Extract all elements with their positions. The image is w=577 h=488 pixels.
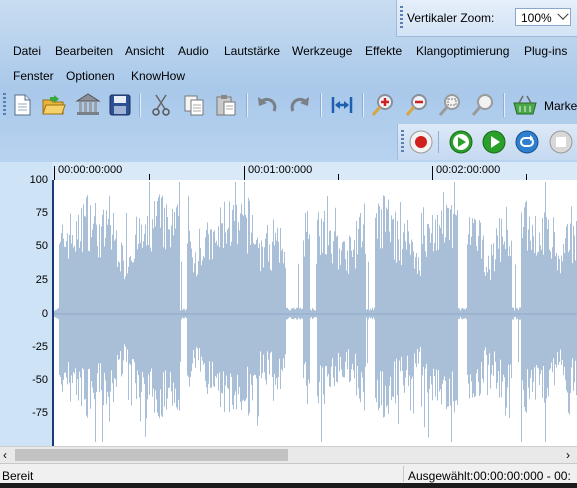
open-folder-icon[interactable]	[40, 91, 68, 119]
menu-bearbeiten[interactable]: Bearbeiten	[55, 44, 113, 58]
chevron-down-icon	[557, 8, 569, 20]
market-label[interactable]: Market	[544, 99, 577, 113]
menu-bar-row-2: Fenster Optionen KnowHow	[0, 65, 577, 87]
undo-icon[interactable]	[253, 91, 281, 119]
record-button[interactable]	[408, 129, 434, 155]
vertical-zoom-label: Vertikaler Zoom:	[407, 11, 495, 25]
cut-icon[interactable]	[147, 91, 175, 119]
record-icon	[409, 130, 433, 154]
paste-icon[interactable]	[212, 91, 240, 119]
library-icon[interactable]	[74, 91, 102, 119]
vertical-zoom-value: 100%	[521, 11, 552, 25]
main-toolbar: Market	[0, 89, 577, 123]
stop-icon	[549, 130, 573, 154]
vertical-zoom-select[interactable]: 100%	[515, 8, 571, 26]
play-button[interactable]	[448, 129, 474, 155]
zoom-out-icon[interactable]	[403, 91, 431, 119]
y-axis-label: -50	[32, 374, 48, 386]
menu-audio[interactable]: Audio	[178, 44, 209, 58]
transport-bar	[397, 124, 577, 160]
scroll-left-icon[interactable]: ‹	[3, 448, 7, 462]
menu-knowhow[interactable]: KnowHow	[131, 69, 185, 83]
status-divider	[403, 466, 404, 482]
horizontal-scrollbar[interactable]: ‹ ›	[0, 446, 577, 464]
vertical-zoom-bar: Vertikaler Zoom: 100%	[396, 0, 577, 37]
menu-werkzeuge[interactable]: Werkzeuge	[292, 44, 352, 58]
y-axis-label: 25	[35, 274, 48, 286]
shopping-basket-icon[interactable]	[511, 91, 539, 119]
toolbar-separator	[503, 93, 505, 117]
menu-optionen[interactable]: Optionen	[66, 69, 115, 83]
zoom-in-icon[interactable]	[369, 91, 397, 119]
menu-plug-ins[interactable]: Plug-ins	[524, 44, 567, 58]
play-selection-button[interactable]	[481, 129, 507, 155]
selection-status: Ausgewählt:00:00:00:000 - 00:	[408, 469, 571, 483]
menu-lautstaerke[interactable]: Lautstärke	[224, 44, 280, 58]
loop-button[interactable]	[514, 129, 540, 155]
toolbar-grip[interactable]	[400, 6, 403, 30]
time-ruler[interactable]: 00:00:00:000 00:01:00:000 00:02:00:000	[52, 162, 577, 181]
y-axis-label: 75	[35, 207, 48, 219]
menu-klangoptimierung[interactable]: Klangoptimierung	[416, 44, 509, 58]
toolbar-separator	[438, 131, 439, 153]
toolbar-separator	[320, 93, 322, 117]
menu-ansicht[interactable]: Ansicht	[125, 44, 164, 58]
stop-button[interactable]	[548, 129, 574, 155]
y-axis-panel: 100 75 50 25 0 -25 -50 -75	[0, 162, 52, 446]
toolbar-separator	[246, 93, 248, 117]
y-axis-label: -25	[32, 341, 48, 353]
menu-effekte[interactable]: Effekte	[365, 44, 402, 58]
toolbar-grip[interactable]	[3, 93, 6, 117]
waveform-view[interactable]	[52, 180, 577, 446]
waveform	[54, 182, 577, 442]
toolbar-separator	[362, 93, 364, 117]
toolbar-grip[interactable]	[401, 130, 404, 154]
menu-bar-row-1: Datei Bearbeiten Ansicht Audio Lautstärk…	[0, 40, 577, 62]
menu-fenster[interactable]: Fenster	[13, 69, 54, 83]
play-icon	[482, 130, 506, 154]
redo-icon[interactable]	[286, 91, 314, 119]
ruler-tick	[54, 166, 55, 180]
scroll-right-icon[interactable]: ›	[566, 448, 570, 462]
new-file-icon[interactable]	[8, 91, 36, 119]
ruler-tick-label: 00:01:00:000	[248, 164, 313, 176]
zoom-selection-icon[interactable]	[436, 91, 464, 119]
status-bar: Bereit Ausgewählt:00:00:00:000 - 00:	[0, 463, 577, 484]
window-bottom-edge	[0, 483, 577, 488]
fit-width-icon[interactable]	[328, 91, 356, 119]
y-axis-label: 0	[41, 308, 48, 320]
ruler-tick	[432, 166, 433, 180]
y-axis-label: 100	[29, 174, 48, 186]
y-axis-label: -75	[32, 407, 48, 419]
toolbar-separator	[139, 93, 141, 117]
save-icon[interactable]	[106, 91, 134, 119]
y-axis-label: 50	[35, 240, 48, 252]
status-text: Bereit	[2, 469, 34, 483]
ruler-tick-label: 00:00:00:000	[58, 164, 123, 176]
play-icon	[449, 130, 473, 154]
zoom-full-icon[interactable]	[469, 91, 497, 119]
menu-datei[interactable]: Datei	[13, 44, 41, 58]
ruler-tick	[244, 166, 245, 180]
copy-icon[interactable]	[180, 91, 208, 119]
scrollbar-thumb[interactable]	[15, 449, 288, 461]
loop-icon	[515, 130, 539, 154]
waveform-path	[54, 182, 577, 442]
ruler-tick-label: 00:02:00:000	[436, 164, 501, 176]
